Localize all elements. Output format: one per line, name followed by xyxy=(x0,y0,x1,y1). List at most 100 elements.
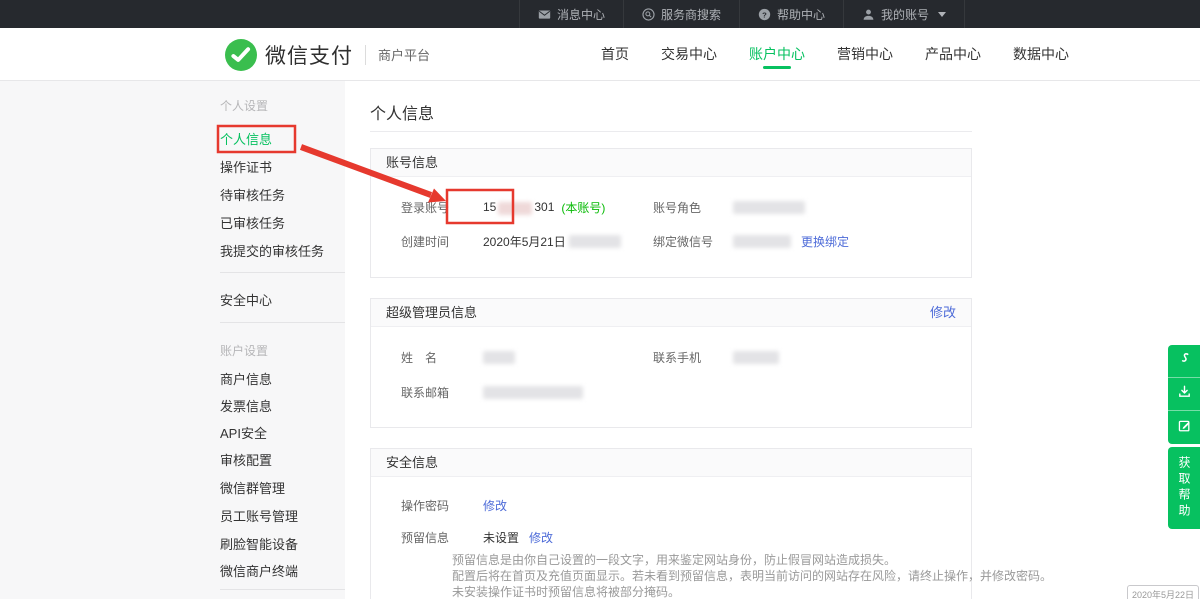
topbar-item-sp-search[interactable]: 服务商搜索 xyxy=(623,0,739,28)
sidebar-divider xyxy=(220,272,345,273)
password-modify-link[interactable]: 修改 xyxy=(483,497,507,514)
wechat-pay-logo-icon xyxy=(225,39,257,71)
float-help-rail: 获取帮助 xyxy=(1168,345,1200,529)
created-time-row: 创建时间 2020年5月21日 xyxy=(401,233,621,250)
super-admin-header: 超级管理员信息 修改 xyxy=(371,299,971,327)
sidebar-item-pending-review-tasks[interactable]: 待审核任务 xyxy=(220,185,345,204)
caret-down-icon xyxy=(938,12,946,17)
sidebar-divider xyxy=(220,589,345,590)
reserved-info-label: 预留信息 xyxy=(401,529,453,546)
portal-label: 商户平台 xyxy=(378,45,430,64)
admin-phone-label: 联系手机 xyxy=(653,349,733,366)
reserved-info-status: 未设置 xyxy=(483,529,519,546)
topbar-item-label: 帮助中心 xyxy=(777,6,825,23)
section-title: 安全信息 xyxy=(386,449,438,476)
main-nav: 首页 交易中心 账户中心 营销中心 产品中心 数据中心 xyxy=(593,28,1093,81)
edit-icon xyxy=(1177,418,1192,438)
admin-modify-link[interactable]: 修改 xyxy=(930,299,956,326)
sidebar-item-personal-info[interactable]: 个人信息 xyxy=(220,129,345,148)
nav-product-center[interactable]: 产品中心 xyxy=(917,28,989,81)
nav-home[interactable]: 首页 xyxy=(593,28,637,81)
sidebar-group-personal-settings: 个人设置 xyxy=(220,97,345,114)
reserved-info-description: 预留信息是由你自己设置的一段文字，用来鉴定网站身份，防止假冒网站造成损失。 配置… xyxy=(452,552,972,599)
sidebar-item-security-center[interactable]: 安全中心 xyxy=(220,290,345,309)
sidebar-item-wechat-group-mgmt[interactable]: 微信群管理 xyxy=(220,478,345,497)
download-icon xyxy=(1177,384,1192,404)
redacted-value xyxy=(733,351,779,364)
bound-wechat-label: 绑定微信号 xyxy=(653,233,733,250)
title-divider xyxy=(370,131,972,132)
admin-email-row: 联系邮箱 xyxy=(401,384,583,401)
redacted-value xyxy=(498,202,532,215)
topbar: 消息中心 服务商搜索 ? 帮助中心 我的账号 xyxy=(0,0,1200,28)
admin-name-row: 姓 名 xyxy=(401,349,515,366)
redacted-value xyxy=(569,235,621,248)
wechat-pay-merchant-page: 消息中心 服务商搜索 ? 帮助中心 我的账号 微信支付 xyxy=(0,0,1200,599)
sidebar-item-my-submitted-tasks[interactable]: 我提交的审核任务 xyxy=(220,241,345,260)
bound-wechat-row: 绑定微信号 更换绑定 xyxy=(653,233,849,250)
sidebar-item-reviewed-tasks[interactable]: 已审核任务 xyxy=(220,213,345,232)
description-line: 配置后将在首页及充值页面显示。若未看到预留信息，表明当前访问的网站存在风险，请终… xyxy=(452,568,972,584)
admin-phone-row: 联系手机 xyxy=(653,349,779,366)
float-icon-group xyxy=(1168,345,1200,444)
admin-email-label: 联系邮箱 xyxy=(401,384,453,401)
search-icon xyxy=(642,8,655,21)
logo-separator xyxy=(365,45,366,65)
login-account-row: 登录账号 15301 (本账号) xyxy=(401,199,605,216)
reserved-modify-link[interactable]: 修改 xyxy=(529,529,553,546)
feedback-button[interactable] xyxy=(1168,411,1200,444)
sidebar-item-face-smart-device[interactable]: 刷脸智能设备 xyxy=(220,534,345,553)
topbar-item-message-center[interactable]: 消息中心 xyxy=(519,0,623,28)
section-title: 账号信息 xyxy=(386,149,438,176)
topbar-item-my-account[interactable]: 我的账号 xyxy=(843,0,965,28)
get-help-button[interactable]: 获取帮助 xyxy=(1168,447,1200,529)
sidebar-item-wechat-merchant-terminal[interactable]: 微信商户终端 xyxy=(220,561,345,580)
sidebar-item-invoice-info[interactable]: 发票信息 xyxy=(220,396,345,415)
question-circle-icon: ? xyxy=(758,8,771,21)
description-line: 预留信息是由你自己设置的一段文字，用来鉴定网站身份，防止假冒网站造成损失。 xyxy=(452,552,972,568)
topbar-item-help-center[interactable]: ? 帮助中心 xyxy=(739,0,843,28)
page-title: 个人信息 xyxy=(370,100,434,124)
reserved-info-row: 预留信息 未设置 修改 xyxy=(401,529,553,546)
envelope-icon xyxy=(538,8,551,21)
account-info-header: 账号信息 xyxy=(371,149,971,177)
login-account-value: 15301 xyxy=(483,200,554,214)
sidebar-item-operation-certificate[interactable]: 操作证书 xyxy=(220,157,345,176)
super-admin-section: 超级管理员信息 修改 姓 名 联系手机 联系邮箱 xyxy=(370,298,972,428)
created-time-value: 2020年5月21日 xyxy=(483,233,566,250)
svg-text:?: ? xyxy=(762,10,767,19)
user-icon xyxy=(862,8,875,21)
logo[interactable]: 微信支付 商户平台 xyxy=(225,28,430,81)
sidebar-divider xyxy=(220,322,345,323)
sidebar-item-merchant-info[interactable]: 商户信息 xyxy=(220,369,345,388)
description-line: 未安装操作证书时预留信息将被部分掩码。 xyxy=(452,584,972,599)
sidebar-item-review-config[interactable]: 审核配置 xyxy=(220,450,345,469)
nav-data-center[interactable]: 数据中心 xyxy=(1005,28,1077,81)
topbar-item-label: 消息中心 xyxy=(557,6,605,23)
redacted-value xyxy=(733,201,805,214)
redacted-value xyxy=(733,235,791,248)
operation-password-label: 操作密码 xyxy=(401,497,453,514)
account-role-label: 账号角色 xyxy=(653,199,733,216)
created-time-label: 创建时间 xyxy=(401,233,453,250)
section-title: 超级管理员信息 xyxy=(386,299,477,326)
rebind-link[interactable]: 更换绑定 xyxy=(801,233,849,250)
nav-marketing-center[interactable]: 营销中心 xyxy=(829,28,901,81)
header: 微信支付 商户平台 首页 交易中心 账户中心 营销中心 产品中心 数据中心 xyxy=(0,28,1200,81)
redacted-value xyxy=(483,351,515,364)
date-tooltip: 2020年5月22日 xyxy=(1127,585,1199,599)
topbar-item-label: 我的账号 xyxy=(881,6,929,23)
sidebar-group-account-settings: 账户设置 xyxy=(220,342,345,359)
redacted-value xyxy=(483,386,583,399)
logo-text: 微信支付 xyxy=(265,40,353,70)
nav-transaction-center[interactable]: 交易中心 xyxy=(653,28,725,81)
quick-link-button[interactable] xyxy=(1168,345,1200,378)
admin-name-label: 姓 名 xyxy=(401,349,453,366)
link-icon xyxy=(1177,351,1192,371)
account-role-row: 账号角色 xyxy=(653,199,805,216)
security-info-header: 安全信息 xyxy=(371,449,971,477)
download-button[interactable] xyxy=(1168,378,1200,411)
nav-account-center[interactable]: 账户中心 xyxy=(741,28,813,81)
sidebar-item-api-security[interactable]: API安全 xyxy=(220,423,345,442)
sidebar-item-staff-account-mgmt[interactable]: 员工账号管理 xyxy=(220,506,345,525)
